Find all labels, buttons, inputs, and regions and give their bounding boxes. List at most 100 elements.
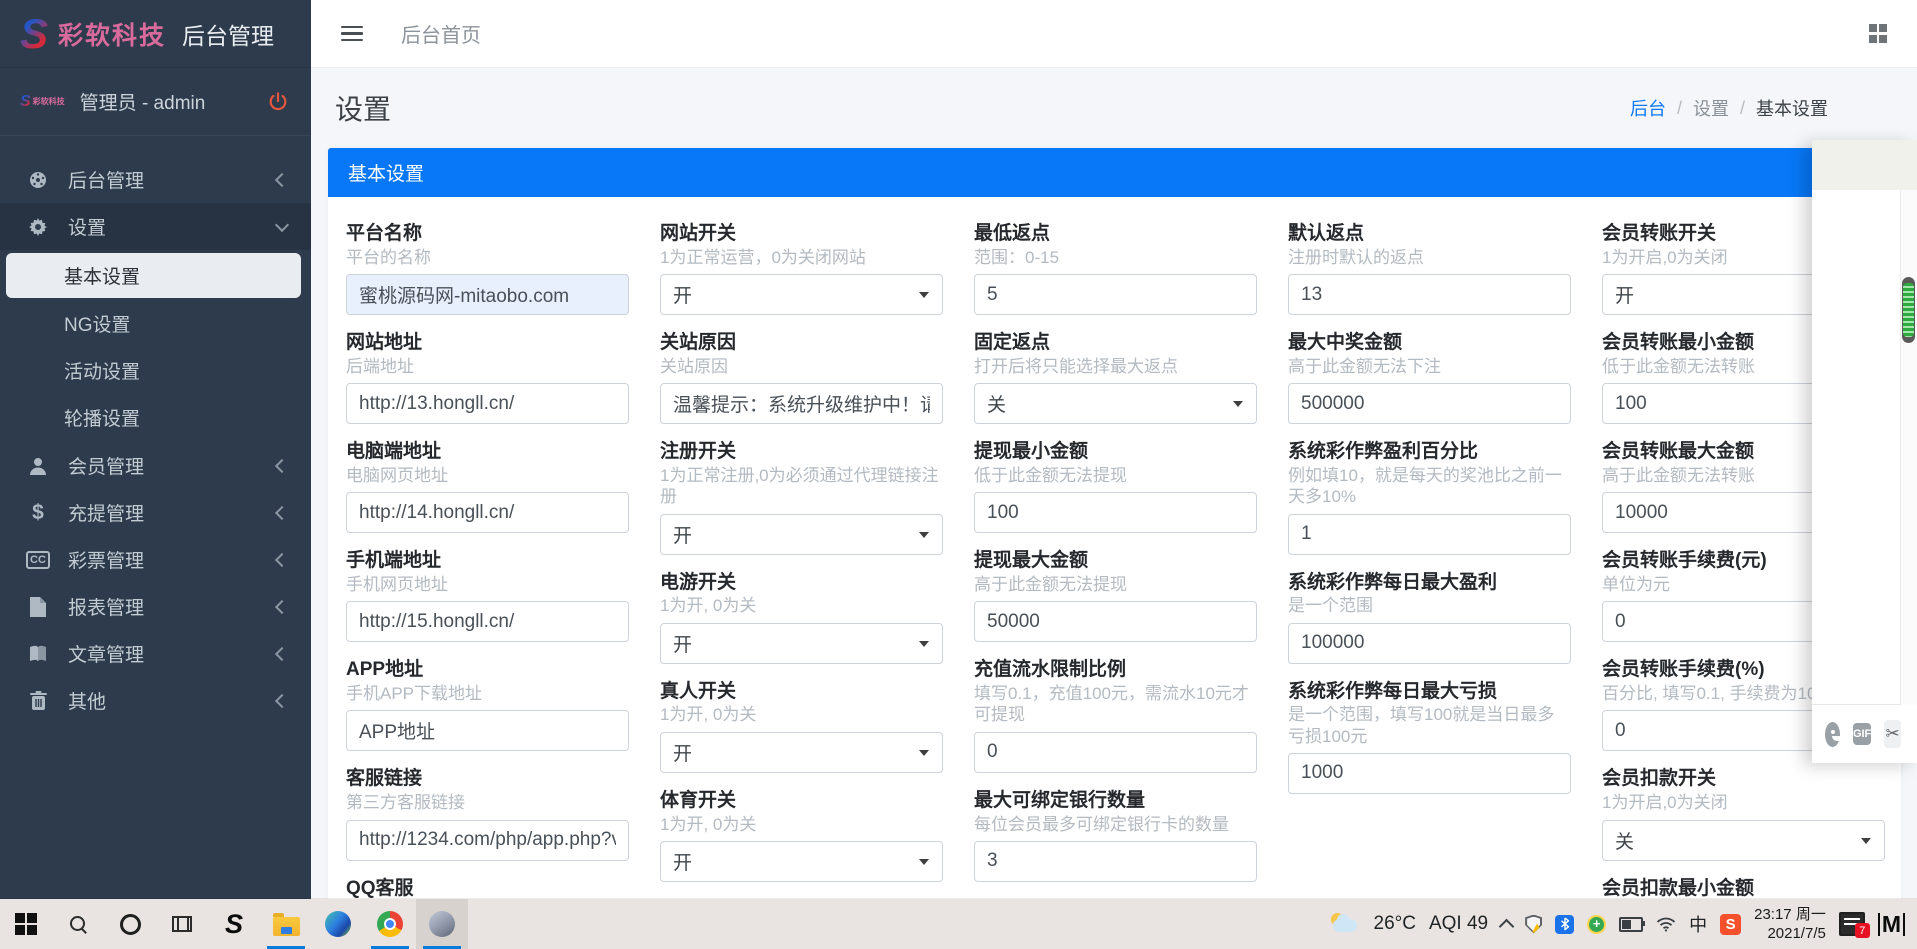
- field-input[interactable]: [1288, 383, 1571, 424]
- field-hint: 1为正常注册,0为必须通过代理链接注册: [660, 465, 943, 508]
- scissors-icon[interactable]: ✂: [1884, 720, 1901, 748]
- chat-scrollbar-track[interactable]: [1900, 190, 1917, 705]
- card-title: 基本设置: [348, 159, 424, 186]
- cortana-button[interactable]: [104, 899, 156, 949]
- sidebar-item[interactable]: 设置: [0, 203, 311, 250]
- field-label: 关站原因: [660, 332, 943, 354]
- tray-expand-icon[interactable]: [1499, 918, 1515, 934]
- avatar-app-button[interactable]: [416, 899, 468, 949]
- form-column: 平台名称平台的名称网站地址后端地址电脑端地址电脑网页地址手机端地址手机网页地址A…: [346, 223, 629, 900]
- edge-button[interactable]: [312, 899, 364, 949]
- sidebar-subitem[interactable]: 轮播设置: [0, 395, 311, 440]
- chevron-down-icon: [919, 292, 929, 298]
- card-body: 平台名称平台的名称网站地址后端地址电脑端地址电脑网页地址手机端地址手机网页地址A…: [328, 197, 1901, 900]
- field-select[interactable]: 开: [660, 514, 943, 555]
- sidebar-subitem[interactable]: 活动设置: [0, 348, 311, 393]
- field-input[interactable]: [1288, 753, 1571, 794]
- start-button[interactable]: [0, 899, 52, 949]
- form-field: 平台名称平台的名称: [346, 223, 629, 315]
- field-select[interactable]: 开: [660, 841, 943, 882]
- taskbar-clock[interactable]: 23:17 周一 2021/7/5: [1754, 905, 1826, 944]
- security-shield-icon[interactable]: [1525, 915, 1542, 934]
- field-label: 会员扣款开关: [1602, 768, 1885, 790]
- antivirus-icon[interactable]: +: [1587, 915, 1606, 934]
- battery-icon[interactable]: [1619, 917, 1643, 932]
- chevron-left-icon: [275, 458, 289, 472]
- sidebar-subitem[interactable]: 基本设置: [6, 253, 301, 298]
- weather-temp[interactable]: 26°C: [1374, 913, 1416, 935]
- field-label: 平台名称: [346, 223, 629, 245]
- sidebar-item[interactable]: 报表管理: [0, 583, 311, 630]
- field-select[interactable]: 关: [974, 383, 1257, 424]
- form-column: 默认返点注册时默认的返点最大中奖金额高于此金额无法下注系统彩作弊盈利百分比例如填…: [1288, 223, 1571, 900]
- notification-center-icon[interactable]: 7: [1839, 912, 1865, 936]
- topbar-home-link[interactable]: 后台首页: [401, 19, 481, 48]
- field-label: 最大中奖金额: [1288, 332, 1571, 354]
- field-input[interactable]: [346, 383, 629, 424]
- sidebar-item[interactable]: 后台管理: [0, 156, 311, 203]
- file-explorer-button[interactable]: [260, 899, 312, 949]
- field-input[interactable]: [974, 274, 1257, 315]
- sidebar-item[interactable]: $充提管理: [0, 489, 311, 536]
- sidebar-item[interactable]: 会员管理: [0, 442, 311, 489]
- breadcrumb-home[interactable]: 后台: [1630, 95, 1666, 121]
- weather-aqi[interactable]: AQI 49: [1429, 913, 1488, 935]
- field-input[interactable]: [346, 820, 629, 861]
- field-input[interactable]: [346, 601, 629, 642]
- chrome-button[interactable]: [364, 899, 416, 949]
- chevron-left-icon: [275, 505, 289, 519]
- weather-icon[interactable]: [1329, 913, 1361, 935]
- field-input[interactable]: [346, 492, 629, 533]
- bluetooth-icon[interactable]: [1555, 915, 1574, 934]
- field-select[interactable]: 开: [660, 623, 943, 664]
- sogou-icon[interactable]: S: [1720, 914, 1741, 935]
- sidebar-item-label: 其他: [68, 687, 106, 714]
- logout-power-icon[interactable]: [265, 89, 291, 115]
- task-view-button[interactable]: [156, 899, 208, 949]
- chevron-down-icon: [919, 859, 929, 865]
- chrome-icon: [377, 911, 403, 937]
- field-input[interactable]: [974, 492, 1257, 533]
- select-value: 关: [1615, 827, 1634, 854]
- field-select[interactable]: 开: [660, 274, 943, 315]
- field-hint: 填写0.1，充值100元，需流水10元才可提现: [974, 683, 1257, 726]
- sidebar-item[interactable]: 其他: [0, 677, 311, 724]
- field-label: 最低返点: [974, 223, 1257, 245]
- wifi-icon[interactable]: [1656, 917, 1676, 932]
- emoji-icon[interactable]: [1825, 722, 1840, 747]
- field-input[interactable]: [346, 274, 629, 315]
- m-logo-icon[interactable]: M: [1878, 913, 1905, 936]
- field-hint: 第三方客服链接: [346, 792, 629, 813]
- field-label: 网站地址: [346, 332, 629, 354]
- hamburger-menu-icon[interactable]: [341, 22, 363, 46]
- field-input[interactable]: [660, 383, 943, 424]
- sidebar-item[interactable]: CC彩票管理: [0, 536, 311, 583]
- field-input[interactable]: [974, 601, 1257, 642]
- grid-apps-icon[interactable]: [1869, 24, 1888, 43]
- sidebar-item[interactable]: 文章管理: [0, 630, 311, 677]
- ime-indicator[interactable]: 中: [1689, 911, 1707, 937]
- form-field: 最大可绑定银行数量每位会员最多可绑定银行卡的数量: [974, 790, 1257, 882]
- field-hint: 是一个范围，填写100就是当日最多亏损100元: [1288, 704, 1571, 747]
- avatar-icon: [429, 911, 455, 937]
- field-input[interactable]: [1288, 623, 1571, 664]
- file-icon: [24, 597, 52, 617]
- gif-icon[interactable]: GIF: [1853, 723, 1871, 745]
- system-tray: 26°C AQI 49 + 中 S 23:17 周一 2021/7/5 7 M: [1329, 899, 1917, 949]
- breadcrumb-settings[interactable]: 设置: [1693, 95, 1729, 121]
- search-button[interactable]: [52, 899, 104, 949]
- field-input[interactable]: [974, 841, 1257, 882]
- field-input[interactable]: [346, 710, 629, 751]
- field-input[interactable]: [1288, 514, 1571, 555]
- field-input[interactable]: [974, 732, 1257, 773]
- field-input[interactable]: [1288, 274, 1571, 315]
- sidebar-subitem[interactable]: NG设置: [0, 301, 311, 346]
- s-app-button[interactable]: S: [208, 899, 260, 949]
- field-hint: 后端地址: [346, 356, 629, 377]
- chat-scrollbar-thumb[interactable]: [1902, 277, 1915, 343]
- task-view-icon: [172, 916, 192, 932]
- form-field: 体育开关1为开, 0为关开: [660, 790, 943, 882]
- field-select[interactable]: 关: [1602, 820, 1885, 861]
- field-label: 提现最大金额: [974, 550, 1257, 572]
- field-select[interactable]: 开: [660, 732, 943, 773]
